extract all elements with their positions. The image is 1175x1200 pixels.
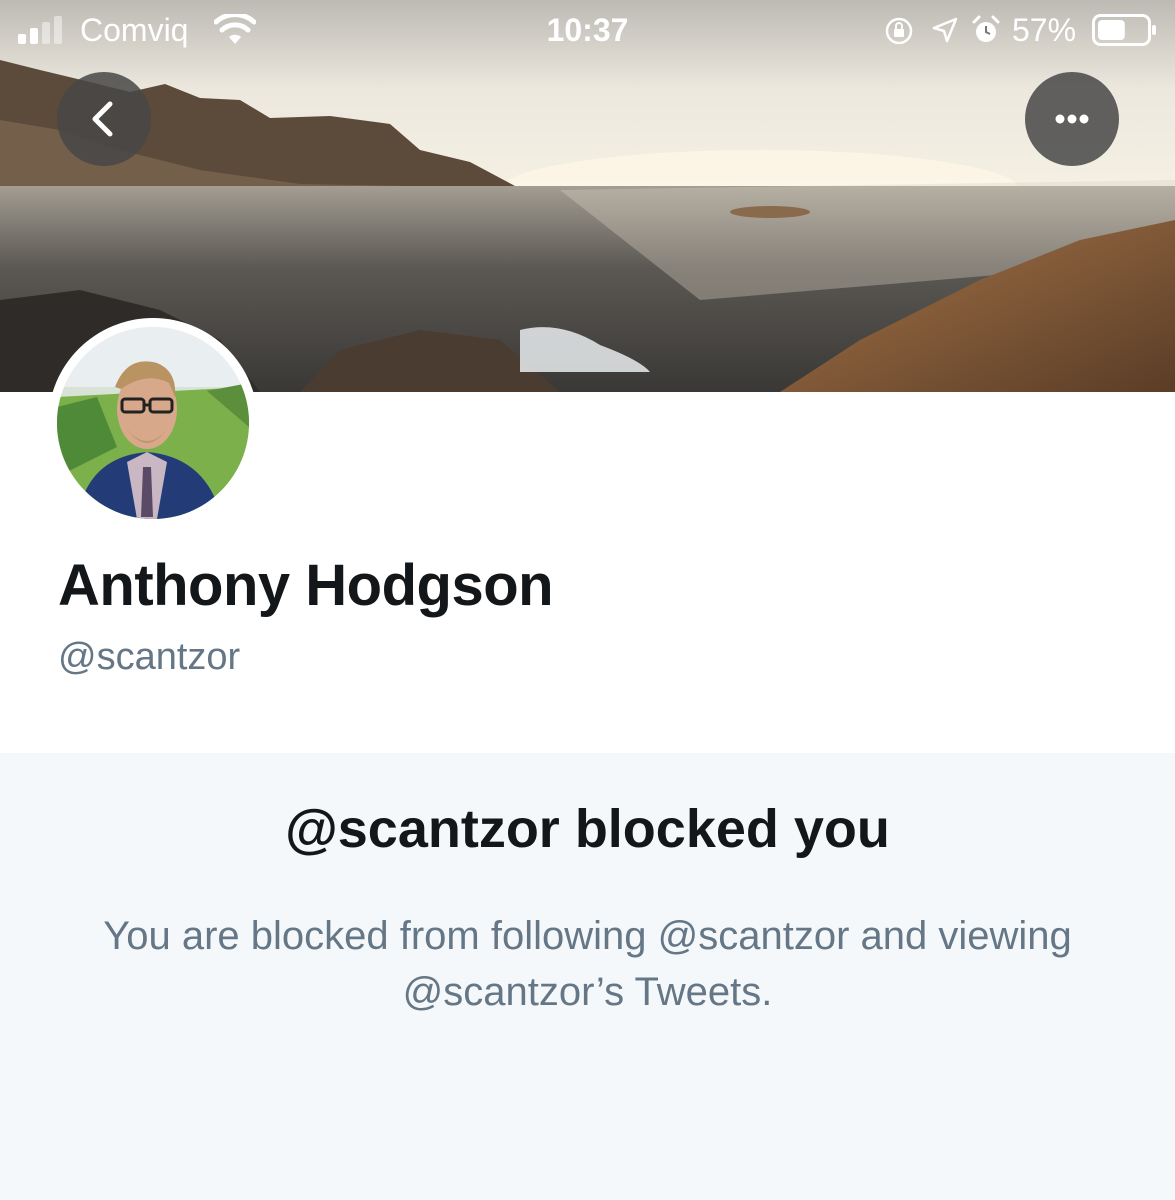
more-options-button[interactable]: [1025, 72, 1119, 166]
rotation-lock-icon: [885, 17, 913, 45]
location-arrow-icon: [932, 17, 958, 43]
blocked-notice-title: @scantzor blocked you: [285, 799, 890, 859]
alarm-icon: [972, 15, 1000, 42]
battery-percent: 57%: [1012, 12, 1077, 48]
blocked-notice-description: You are blocked from following @scantzor…: [103, 914, 1072, 1014]
status-bar: Comviq 10:37 57%: [0, 0, 1175, 60]
profile-avatar[interactable]: [48, 318, 258, 528]
avatar-photo: [57, 327, 249, 519]
more-dots-icon: [1055, 114, 1089, 124]
profile-display-name: Anthony Hodgson: [58, 553, 554, 618]
profile-handle: @scantzor: [58, 636, 241, 678]
avatar-person-image: [57, 327, 249, 519]
battery-icon: [1092, 14, 1156, 46]
chevron-left-icon: [92, 101, 113, 137]
back-button[interactable]: [57, 72, 151, 166]
